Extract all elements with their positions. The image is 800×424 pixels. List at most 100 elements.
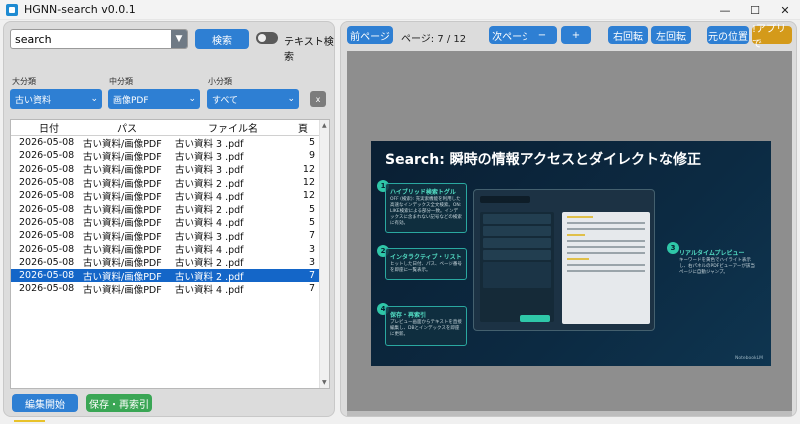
search-combobox[interactable]: ▼ bbox=[10, 29, 188, 49]
cell-filename: 古い資料 3 .pdf bbox=[175, 231, 244, 243]
close-button[interactable]: ✕ bbox=[770, 0, 800, 20]
major-category-select[interactable]: 古い資料 ⌄ bbox=[10, 89, 102, 109]
mock-text-line bbox=[567, 252, 645, 254]
table-row[interactable]: 2026-05-08 古い資料/画像PDF 古い資料 4 .pdf 7 bbox=[11, 282, 329, 295]
major-category-label: 大分類 bbox=[12, 77, 36, 86]
header-page[interactable]: 頁 bbox=[291, 120, 317, 135]
cell-date: 2026-05-08 bbox=[19, 243, 75, 255]
zoom-in-button[interactable]: + bbox=[561, 26, 591, 44]
text-search-toggle[interactable] bbox=[256, 32, 278, 44]
cell-path: 古い資料/画像PDF bbox=[83, 258, 162, 269]
watermark: NotebookLM bbox=[734, 356, 763, 361]
cell-filename: 古い資料 2 .pdf bbox=[175, 205, 244, 216]
header-path[interactable]: パス bbox=[79, 120, 171, 135]
app-icon bbox=[6, 3, 18, 16]
rotate-left-button[interactable]: 左回転 bbox=[651, 26, 691, 44]
progress-fill bbox=[14, 420, 45, 422]
rotate-right-button[interactable]: 右回転 bbox=[608, 26, 648, 44]
middle-category-select[interactable]: 画像PDF ⌄ bbox=[108, 89, 200, 109]
cell-path: 古い資料/画像PDF bbox=[83, 178, 162, 190]
step-card: ハイブリッド検索トグル OFF (検索): 充実索機能を利用した高速なインデック… bbox=[385, 183, 467, 233]
zoom-out-button[interactable]: − bbox=[527, 26, 557, 44]
step-card: 保存・再索引 プレビュー画面からテキストを直接編集し、DBとインデックスを即座に… bbox=[385, 306, 467, 346]
header-date[interactable]: 日付 bbox=[11, 120, 79, 135]
scroll-up-icon[interactable]: ▲ bbox=[322, 122, 327, 129]
table-row[interactable]: 2026-05-08 古い資料/画像PDF 古い資料 2 .pdf 3 bbox=[11, 256, 329, 269]
edit-start-button[interactable]: 編集開始 bbox=[12, 394, 78, 412]
table-header: 日付 パス ファイル名 頁 bbox=[11, 120, 329, 136]
mock-text-line bbox=[567, 270, 645, 272]
cell-path: 古い資料/画像PDF bbox=[83, 138, 162, 150]
mock-list-item bbox=[483, 226, 551, 236]
cell-date: 2026-05-08 bbox=[19, 203, 75, 215]
pdf-viewer[interactable]: Search: 瞬時の情報アクセスとダイレクトな修正 1 ハイブリッド検索トグル… bbox=[347, 51, 792, 411]
table-row[interactable]: 2026-05-08 古い資料/画像PDF 古い資料 4 .pdf 3 bbox=[11, 242, 329, 256]
slide-title: Search: 瞬時の情報アクセスとダイレクトな修正 bbox=[385, 152, 701, 168]
cell-date: 2026-05-08 bbox=[19, 190, 75, 202]
viewer-panel: 前ページ ページ: 7 / 12 次ページ − + 右回転 左回転 元の位置 !… bbox=[340, 21, 797, 417]
cell-page: 5 bbox=[308, 216, 315, 228]
vertical-scrollbar[interactable]: ▲ ▼ bbox=[319, 120, 329, 388]
cell-path: 古い資料/画像PDF bbox=[83, 205, 162, 216]
cell-page: 7 bbox=[308, 230, 315, 242]
table-row[interactable]: 2026-05-08 古い資料/画像PDF 古い資料 2 .pdf 7 bbox=[11, 268, 329, 283]
chevron-down-icon[interactable]: ▼ bbox=[171, 30, 187, 48]
cell-page: 3 bbox=[308, 243, 315, 255]
cell-path: 古い資料/画像PDF bbox=[83, 191, 162, 203]
chevron-down-icon: ⌄ bbox=[287, 94, 295, 104]
cell-date: 2026-05-08 bbox=[19, 256, 75, 268]
clear-filter-button[interactable]: x bbox=[310, 91, 326, 107]
mock-list-item bbox=[483, 262, 551, 288]
horizontal-scrollbar[interactable] bbox=[347, 411, 792, 416]
maximize-button[interactable]: ☐ bbox=[740, 0, 770, 20]
cell-page: 12 bbox=[302, 163, 315, 175]
prev-page-button[interactable]: 前ページ bbox=[347, 26, 393, 44]
minimize-button[interactable]: — bbox=[710, 0, 740, 20]
header-filename[interactable]: ファイル名 bbox=[171, 120, 291, 135]
minor-category-label: 小分類 bbox=[208, 77, 232, 86]
minor-category-select[interactable]: すべて ⌄ bbox=[207, 89, 299, 109]
mock-text-line bbox=[567, 222, 645, 224]
step-desc: OFF (検索): 充実索機能を利用した高速なインデックス全文検索。ON: LI… bbox=[390, 197, 462, 226]
mock-text-line bbox=[567, 228, 645, 230]
cell-filename: 古い資料 3 .pdf bbox=[175, 138, 244, 150]
mock-highlight bbox=[567, 216, 594, 218]
open-in-app-button[interactable]: !アプリで bbox=[752, 24, 792, 50]
cell-path: 古い資料/画像PDF bbox=[83, 271, 162, 283]
cell-page: 5 bbox=[308, 203, 315, 215]
mock-highlight bbox=[567, 258, 589, 260]
cell-date: 2026-05-08 bbox=[19, 216, 75, 228]
mock-list-item bbox=[483, 250, 551, 260]
cell-filename: 古い資料 2 .pdf bbox=[175, 271, 244, 283]
table-row[interactable]: 2026-05-08 古い資料/画像PDF 古い資料 4 .pdf 12 bbox=[11, 189, 329, 202]
table-row[interactable]: 2026-05-08 古い資料/画像PDF 古い資料 3 .pdf 5 bbox=[11, 136, 329, 149]
table-row[interactable]: 2026-05-08 古い資料/画像PDF 古い資料 2 .pdf 12 bbox=[11, 176, 329, 189]
window-controls: — ☐ ✕ bbox=[710, 0, 800, 20]
mock-text-line bbox=[567, 264, 645, 266]
cell-page: 12 bbox=[302, 177, 315, 189]
cell-filename: 古い資料 2 .pdf bbox=[175, 258, 244, 269]
cell-date: 2026-05-08 bbox=[19, 270, 75, 282]
cell-filename: 古い資料 4 .pdf bbox=[175, 245, 244, 256]
cell-page: 3 bbox=[308, 256, 315, 268]
cell-filename: 古い資料 4 .pdf bbox=[175, 284, 244, 296]
table-row[interactable]: 2026-05-08 古い資料/画像PDF 古い資料 4 .pdf 5 bbox=[11, 216, 329, 229]
cell-path: 古い資料/画像PDF bbox=[83, 284, 162, 296]
table-row[interactable]: 2026-05-08 古い資料/画像PDF 古い資料 2 .pdf 5 bbox=[11, 202, 329, 216]
cell-path: 古い資料/画像PDF bbox=[83, 151, 162, 163]
cell-filename: 古い資料 3 .pdf bbox=[175, 165, 244, 176]
search-button[interactable]: 検索 bbox=[195, 29, 249, 49]
table-row[interactable]: 2026-05-08 古い資料/画像PDF 古い資料 3 .pdf 12 bbox=[11, 163, 329, 176]
search-input[interactable] bbox=[11, 32, 171, 46]
reset-position-button[interactable]: 元の位置 bbox=[707, 26, 749, 44]
save-reindex-button[interactable]: 保存・再索引 bbox=[86, 394, 152, 412]
step-card: リアルタイムプレビュー キーワードを黄色でハイライト表示し、右パネルのPDFビュ… bbox=[675, 245, 761, 291]
middle-category-label: 中分類 bbox=[109, 77, 133, 86]
cell-date: 2026-05-08 bbox=[19, 163, 75, 175]
table-row[interactable]: 2026-05-08 古い資料/画像PDF 古い資料 3 .pdf 9 bbox=[11, 149, 329, 162]
scroll-down-icon[interactable]: ▼ bbox=[322, 379, 327, 386]
mock-list-item bbox=[483, 214, 551, 224]
table-row[interactable]: 2026-05-08 古い資料/画像PDF 古い資料 3 .pdf 7 bbox=[11, 229, 329, 242]
cell-date: 2026-05-08 bbox=[19, 283, 75, 295]
step-desc: ヒットした日付、パス、ページ番号を即座に一覧表示。 bbox=[390, 262, 462, 273]
